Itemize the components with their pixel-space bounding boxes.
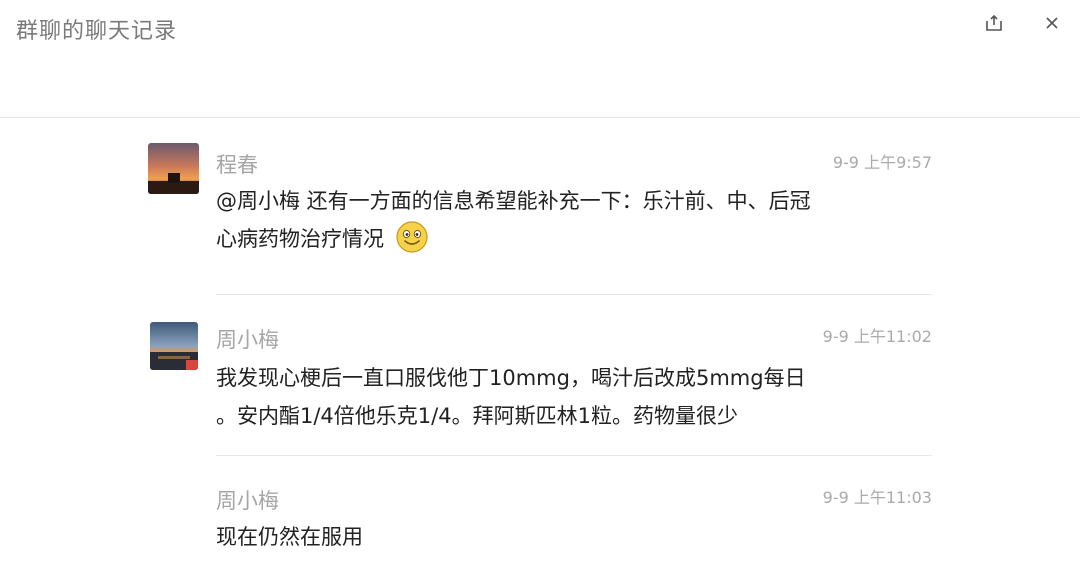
title-bar: 群聊的聊天记录 [0,0,1080,118]
message-line: 心病药物治疗情况 [216,227,384,251]
message-text: 现在仍然在服用 [216,518,896,556]
message-line: @周小梅 还有一方面的信息希望能补充一下：乐汁前、中、后冠 [216,189,811,213]
smile-emoji-icon [396,221,428,253]
message-time: 9-9 上午11:03 [822,488,932,507]
message-line-with-emoji: 心病药物治疗情况 [216,220,896,258]
message-divider [216,455,932,456]
message-divider [216,294,932,295]
sender-name: 周小梅 [216,489,279,513]
share-button[interactable] [981,10,1007,36]
message-line: 。安内酯1/4倍他乐克1/4。拜阿斯匹林1粒。药物量很少 [216,404,738,428]
message-text: @周小梅 还有一方面的信息希望能补充一下：乐汁前、中、后冠 心病药物治疗情况 [216,182,896,258]
message-line: 我发现心梗后一直口服伐他丁10mmg，喝汁后改成5mmg每日 [216,366,806,390]
sender-name: 程春 [216,153,258,177]
avatar[interactable] [148,143,199,194]
window-title: 群聊的聊天记录 [16,19,178,44]
sunset-avatar-image [148,143,199,194]
share-export-icon [986,14,1002,31]
message-time: 9-9 上午11:02 [822,327,932,346]
close-icon [1046,17,1058,29]
avatar[interactable] [150,322,198,370]
lake-sunset-avatar-image [150,322,198,370]
sender-name: 周小梅 [216,328,279,352]
message-text: 我发现心梗后一直口服伐他丁10mmg，喝汁后改成5mmg每日 。安内酯1/4倍他… [216,359,896,435]
message-line: 现在仍然在服用 [216,525,363,549]
chat-history-window: 群聊的聊天记录 程春 9-9 上午9:57 @周小梅 还有一方面的信息希望能补充… [0,0,1080,586]
message-time: 9-9 上午9:57 [832,153,932,172]
close-button[interactable] [1039,10,1065,36]
